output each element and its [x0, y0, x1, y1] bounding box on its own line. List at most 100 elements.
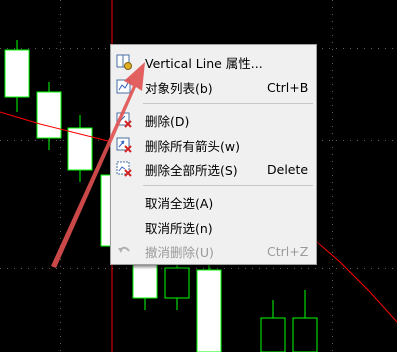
grid-dot	[343, 48, 344, 49]
grid-dot	[371, 140, 372, 141]
grid-dot	[350, 48, 351, 49]
grid-dot	[332, 301, 333, 302]
grid-dot	[60, 7, 61, 8]
grid-dot	[60, 175, 61, 176]
grid-dot	[77, 268, 78, 269]
grid-dot	[350, 140, 351, 141]
grid-dot	[60, 203, 61, 204]
menu-item-delete-all-selected[interactable]: 删除全部所选(S) Delete	[111, 158, 316, 180]
grid-dot	[60, 315, 61, 316]
grid-dot	[60, 343, 61, 344]
grid-dot	[60, 238, 61, 239]
grid-dot	[60, 245, 61, 246]
grid-dot	[60, 224, 61, 225]
grid-dot	[332, 175, 333, 176]
grid-dot	[332, 280, 333, 281]
menu-item-object-list[interactable]: 对象列表(b) Ctrl+B	[111, 76, 316, 98]
grid-dot	[63, 48, 64, 49]
grid-dot	[63, 268, 64, 269]
grid-dot	[60, 182, 61, 183]
grid-dot	[392, 140, 393, 141]
undo-icon	[118, 246, 130, 253]
grid-dot	[332, 168, 333, 169]
grid-dot	[14, 268, 15, 269]
grid-dot	[60, 70, 61, 71]
menu-item-label: 删除所有箭头(w)	[145, 138, 240, 154]
menu-item-delete[interactable]: 删除(D)	[111, 109, 316, 131]
grid-dot	[238, 268, 239, 269]
grid-dot	[371, 48, 372, 49]
grid-dot	[332, 231, 333, 232]
grid-dot	[378, 268, 379, 269]
menu-separator	[143, 185, 313, 186]
grid-dot	[42, 140, 43, 141]
grid-dot	[332, 0, 333, 1]
grid-dot	[60, 56, 61, 57]
grid-dot	[60, 252, 61, 253]
grid-dot	[332, 196, 333, 197]
grid-dot	[60, 21, 61, 22]
grid-dot	[84, 268, 85, 269]
grid-dot	[332, 126, 333, 127]
grid-dot	[60, 308, 61, 309]
delete-all-selected-icon	[116, 161, 132, 177]
vertical-line-properties-icon	[116, 54, 132, 70]
grid-dot	[332, 35, 333, 36]
grid-dot	[329, 48, 330, 49]
grid-dot	[60, 147, 61, 148]
menu-item-delete-all-arrows[interactable]: 删除所有箭头(w)	[111, 134, 316, 156]
grid-dot	[28, 48, 29, 49]
grid-dot	[329, 268, 330, 269]
menu-item-label: 撤消删除(U)	[145, 244, 214, 260]
grid-dot	[196, 268, 197, 269]
grid-dot	[266, 268, 267, 269]
grid-dot	[332, 154, 333, 155]
menu-item-label: 删除全部所选(S)	[145, 162, 238, 178]
grid-dot	[70, 268, 71, 269]
grid-dot	[56, 140, 57, 141]
grid-dot	[7, 268, 8, 269]
grid-dot	[322, 140, 323, 141]
grid-dot	[332, 7, 333, 8]
grid-dot	[332, 245, 333, 246]
grid-dot	[332, 266, 333, 267]
grid-dot	[332, 147, 333, 148]
menu-item-deselect[interactable]: 取消所选(n)	[111, 216, 316, 238]
candle-body	[4, 49, 30, 98]
grid-dot	[332, 287, 333, 288]
grid-dot	[77, 48, 78, 49]
grid-dot	[60, 0, 61, 1]
grid-dot	[60, 168, 61, 169]
grid-dot	[28, 268, 29, 269]
grid-dot	[378, 48, 379, 49]
grid-dot	[332, 308, 333, 309]
menu-item-deselect-all[interactable]: 取消全选(A)	[111, 191, 316, 213]
grid-dot	[332, 63, 333, 64]
grid-dot	[392, 48, 393, 49]
grid-dot	[217, 268, 218, 269]
grid-dot	[385, 48, 386, 49]
grid-dot	[91, 268, 92, 269]
grid-dot	[98, 140, 99, 141]
menu-item-shortcut: Delete	[267, 161, 309, 177]
grid-dot	[56, 268, 57, 269]
grid-dot	[70, 48, 71, 49]
grid-dot	[98, 268, 99, 269]
grid-dot	[42, 48, 43, 49]
menu-item-vertical-line-properties[interactable]: Vertical Line 属性...	[111, 51, 316, 73]
grid-dot	[332, 161, 333, 162]
menu-item-shortcut: Ctrl+Z	[267, 243, 309, 259]
grid-dot	[60, 329, 61, 330]
grid-dot	[287, 268, 288, 269]
grid-dot	[364, 268, 365, 269]
grid-dot	[14, 48, 15, 49]
grid-dot	[280, 268, 281, 269]
grid-dot	[273, 268, 274, 269]
grid-dot	[364, 140, 365, 141]
delete-icon	[116, 112, 132, 128]
menu-item-shortcut: Ctrl+B	[267, 79, 309, 95]
grid-dot	[357, 268, 358, 269]
grid-dot	[60, 77, 61, 78]
grid-dot	[126, 268, 127, 269]
grid-dot	[315, 268, 316, 269]
